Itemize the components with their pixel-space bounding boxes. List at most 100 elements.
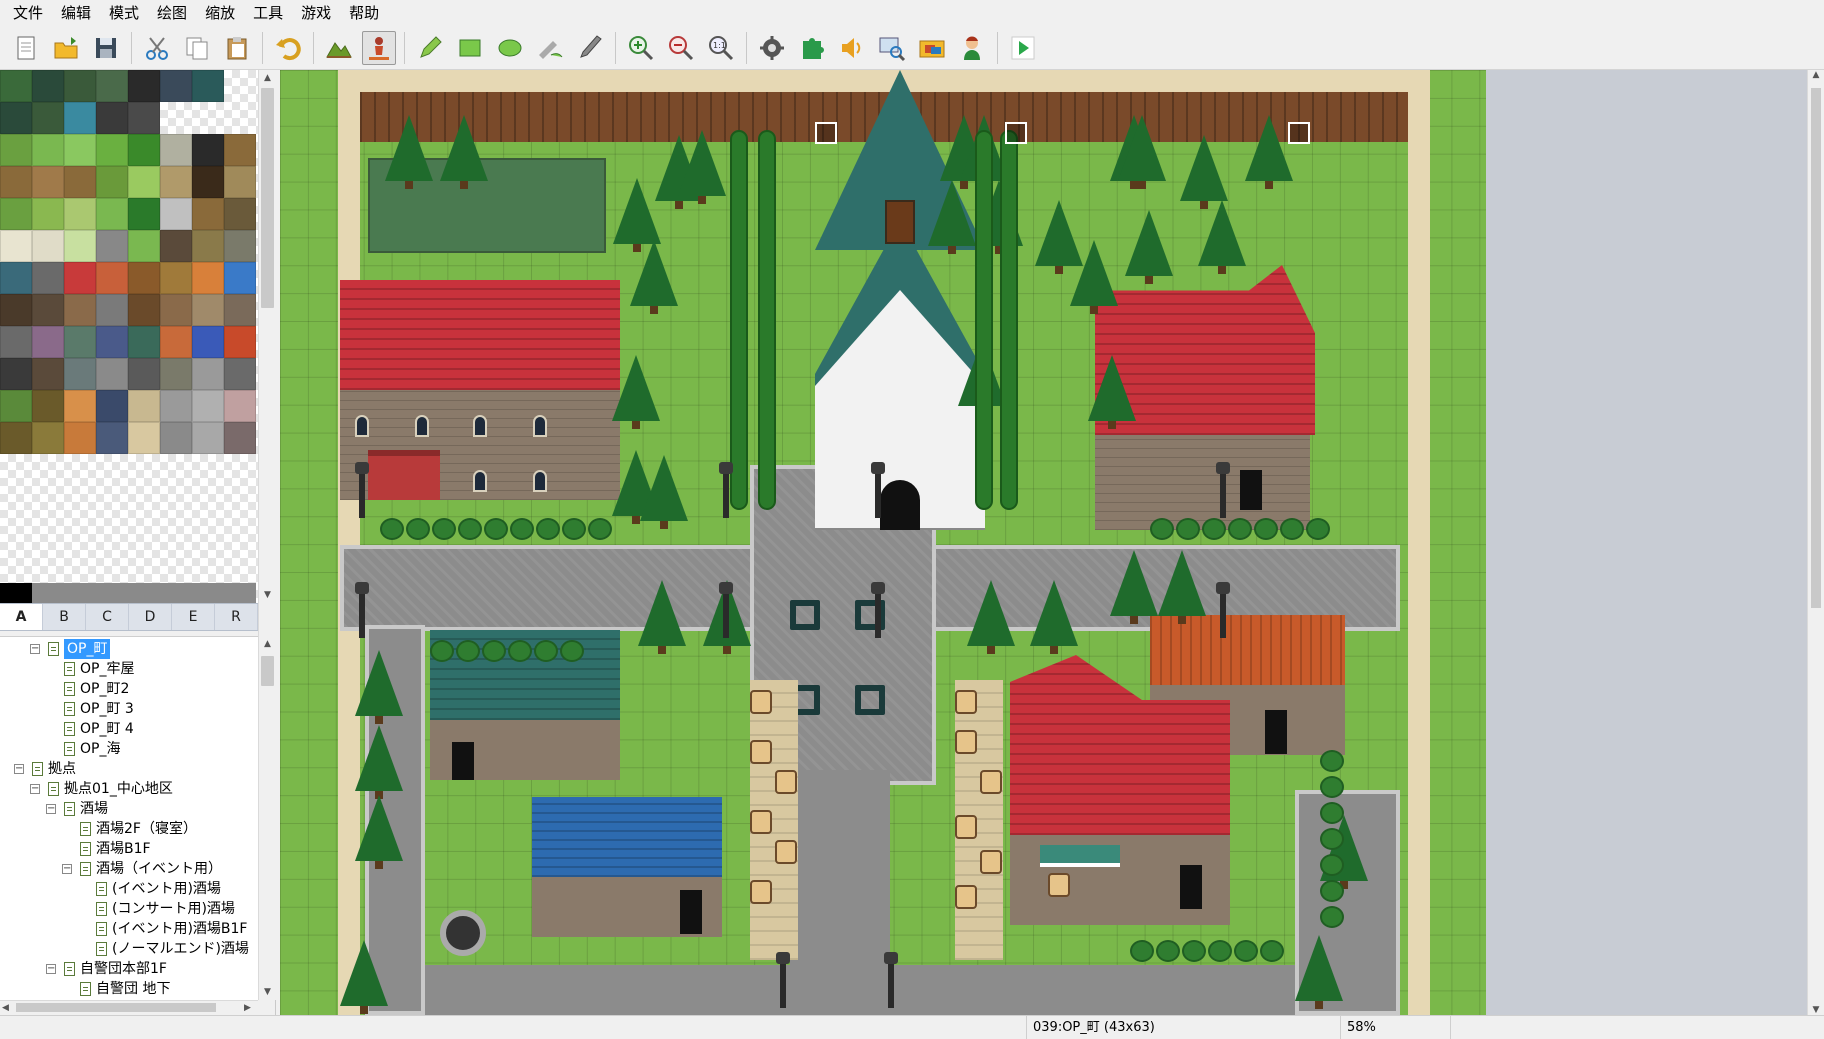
tile[interactable]	[192, 358, 224, 390]
tile[interactable]	[96, 326, 128, 358]
menu-item[interactable]: 帮助	[340, 0, 388, 26]
tile[interactable]	[96, 230, 128, 262]
menu-item[interactable]: 编辑	[52, 0, 100, 26]
save-project-button[interactable]	[89, 31, 123, 65]
map-tree-item[interactable]: OP_町2	[0, 679, 258, 699]
tile[interactable]	[64, 230, 96, 262]
tile[interactable]	[192, 262, 224, 294]
tile[interactable]	[128, 390, 160, 422]
tile[interactable]	[64, 198, 96, 230]
tile[interactable]	[0, 390, 32, 422]
tile[interactable]	[0, 294, 32, 326]
tile[interactable]	[192, 390, 224, 422]
tile[interactable]	[96, 134, 128, 166]
tile[interactable]	[32, 294, 64, 326]
tile[interactable]	[160, 134, 192, 166]
tile[interactable]	[0, 102, 32, 134]
tile[interactable]	[96, 70, 128, 102]
shadow-pen-button[interactable]	[573, 31, 607, 65]
map-tree-item[interactable]: 酒場B1F	[0, 839, 258, 859]
tile[interactable]	[64, 583, 96, 603]
copy-button[interactable]	[180, 31, 214, 65]
tile[interactable]	[224, 390, 256, 422]
tile[interactable]	[224, 262, 256, 294]
event-search-button[interactable]	[875, 31, 909, 65]
tile[interactable]	[160, 422, 192, 454]
sound-test-button[interactable]	[835, 31, 869, 65]
tile[interactable]	[128, 134, 160, 166]
tree-collapse-icon[interactable]: −	[30, 644, 40, 654]
menu-item[interactable]: 文件	[4, 0, 52, 26]
tree-collapse-icon[interactable]: −	[46, 804, 56, 814]
tile[interactable]	[192, 583, 224, 603]
tile[interactable]	[96, 583, 128, 603]
tile[interactable]	[128, 583, 160, 603]
paste-button[interactable]	[220, 31, 254, 65]
tile[interactable]	[32, 422, 64, 454]
tab-tileset-r[interactable]: R	[215, 604, 258, 630]
tile[interactable]	[160, 70, 192, 102]
map-tree-scrollbar[interactable]: ▲ ▼	[258, 636, 276, 1000]
scroll-down-arrow-icon[interactable]: ▼	[259, 587, 276, 603]
tile[interactable]	[96, 198, 128, 230]
tile[interactable]	[128, 294, 160, 326]
plugin-manager-button[interactable]	[795, 31, 829, 65]
map-canvas[interactable]	[280, 70, 1486, 1015]
map-tree-item[interactable]: OP_牢屋	[0, 659, 258, 679]
tile[interactable]	[224, 326, 256, 358]
tile[interactable]	[0, 326, 32, 358]
tileset-palette[interactable]	[0, 70, 258, 603]
fill-button[interactable]	[533, 31, 567, 65]
tile[interactable]	[96, 390, 128, 422]
tile[interactable]	[192, 70, 224, 102]
map-tree-item[interactable]: (イベント用)酒場B1F	[0, 919, 258, 939]
tile[interactable]	[0, 358, 32, 390]
tile[interactable]	[32, 326, 64, 358]
tile[interactable]	[64, 294, 96, 326]
tile[interactable]	[160, 294, 192, 326]
scroll-up-arrow-icon[interactable]: ▲	[259, 636, 276, 652]
tile[interactable]	[192, 422, 224, 454]
tile[interactable]	[64, 358, 96, 390]
tab-tileset-a[interactable]: A	[0, 604, 43, 630]
scroll-thumb[interactable]	[261, 88, 274, 308]
tile[interactable]	[64, 102, 96, 134]
tile[interactable]	[160, 230, 192, 262]
new-project-button[interactable]	[9, 31, 43, 65]
tile[interactable]	[224, 358, 256, 390]
tile[interactable]	[32, 70, 64, 102]
map-tree-item[interactable]: − OP_町	[0, 639, 258, 659]
tile[interactable]	[0, 198, 32, 230]
scroll-right-arrow-icon[interactable]: ▶	[244, 1001, 251, 1015]
rectangle-button[interactable]	[453, 31, 487, 65]
tile[interactable]	[0, 230, 32, 262]
zoom-out-button[interactable]	[664, 31, 698, 65]
scroll-left-arrow-icon[interactable]: ◀	[2, 1001, 9, 1015]
tile[interactable]	[96, 102, 128, 134]
tile[interactable]	[32, 583, 64, 603]
tile[interactable]	[192, 166, 224, 198]
map-tree-item[interactable]: 酒場2F（寝室）	[0, 819, 258, 839]
tile[interactable]	[192, 134, 224, 166]
tile[interactable]	[64, 390, 96, 422]
scroll-down-arrow-icon[interactable]: ▼	[259, 984, 276, 1000]
tile[interactable]	[128, 230, 160, 262]
tile[interactable]	[96, 262, 128, 294]
zoom-in-button[interactable]	[624, 31, 658, 65]
tile[interactable]	[0, 166, 32, 198]
playtest-button[interactable]	[1006, 31, 1040, 65]
open-project-button[interactable]	[49, 31, 83, 65]
tile[interactable]	[192, 230, 224, 262]
tab-tileset-c[interactable]: C	[86, 604, 129, 630]
event-mode-button[interactable]	[362, 30, 396, 65]
tab-tileset-b[interactable]: B	[43, 604, 86, 630]
tile[interactable]	[32, 166, 64, 198]
palette-scrollbar[interactable]: ▲ ▼	[258, 70, 276, 603]
tile[interactable]	[32, 262, 64, 294]
tile[interactable]	[32, 198, 64, 230]
tile[interactable]	[64, 134, 96, 166]
tile[interactable]	[192, 294, 224, 326]
map-tree-item[interactable]: − 拠点01_中心地区	[0, 779, 258, 799]
tile[interactable]	[32, 230, 64, 262]
tile[interactable]	[128, 70, 160, 102]
